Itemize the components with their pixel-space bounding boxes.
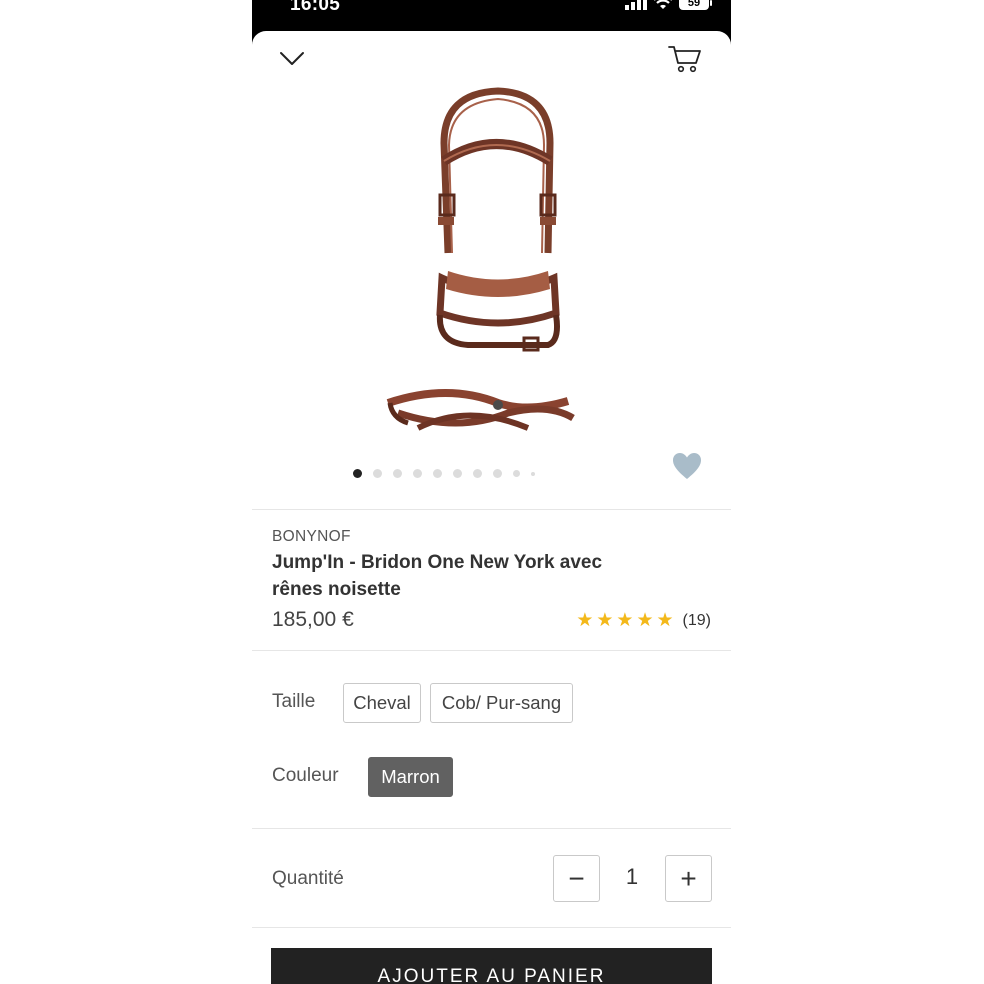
product-rating[interactable]: ★ ★ ★ ★ ★ (19) [576, 611, 711, 631]
phone-frame: 16:05 59 BONYNOF Jump'In - Bridon One Ne… [252, 0, 731, 984]
carousel-dot[interactable] [432, 469, 442, 478]
carousel-dot[interactable] [412, 469, 422, 478]
product-title: Jump'In - Bridon One New York avec rênes… [272, 552, 603, 600]
signal-icon [625, 0, 647, 10]
divider [252, 509, 731, 510]
star-icon: ★ [656, 610, 674, 631]
divider [252, 828, 731, 829]
image-carousel-dots[interactable] [252, 469, 683, 478]
carousel-dot[interactable] [372, 469, 382, 478]
star-icon: ★ [636, 610, 654, 631]
divider [252, 927, 731, 928]
carousel-dot[interactable] [392, 469, 402, 478]
review-count: (19) [682, 612, 711, 629]
cart-icon[interactable] [667, 43, 703, 75]
product-sheet: BONYNOF Jump'In - Bridon One New York av… [252, 31, 731, 984]
heart-icon[interactable] [671, 451, 703, 481]
size-option-cob-pur-sang[interactable]: Cob/ Pur-sang [430, 683, 573, 723]
carousel-dot[interactable] [352, 469, 362, 478]
divider [252, 650, 731, 651]
carousel-dot[interactable] [472, 469, 482, 478]
product-brand[interactable]: BONYNOF [272, 528, 351, 546]
product-image[interactable] [378, 83, 608, 453]
color-option-marron[interactable]: Marron [368, 757, 453, 797]
quantity-increase-button[interactable]: + [665, 855, 712, 902]
star-icon: ★ [596, 610, 614, 631]
carousel-dot[interactable] [512, 470, 520, 477]
color-label: Couleur [272, 765, 339, 786]
quantity-label: Quantité [272, 868, 344, 889]
star-icon: ★ [616, 610, 634, 631]
star-icon: ★ [576, 610, 594, 631]
chevron-down-icon[interactable] [276, 45, 308, 71]
status-icons: 59 [625, 0, 712, 10]
battery-icon: 59 [679, 0, 712, 10]
size-label: Taille [272, 691, 316, 712]
carousel-dot[interactable] [492, 469, 502, 478]
carousel-dot[interactable] [452, 469, 462, 478]
carousel-dot[interactable] [530, 471, 535, 476]
status-time: 16:05 [290, 0, 341, 15]
wifi-icon [654, 0, 672, 9]
size-option-cheval[interactable]: Cheval [343, 683, 421, 723]
quantity-value: 1 [625, 864, 639, 889]
quantity-decrease-button[interactable]: − [553, 855, 600, 902]
add-to-cart-button[interactable]: AJOUTER AU PANIER [271, 948, 712, 984]
status-bar: 16:05 59 [252, 0, 731, 34]
product-price: 185,00 € [272, 608, 354, 631]
